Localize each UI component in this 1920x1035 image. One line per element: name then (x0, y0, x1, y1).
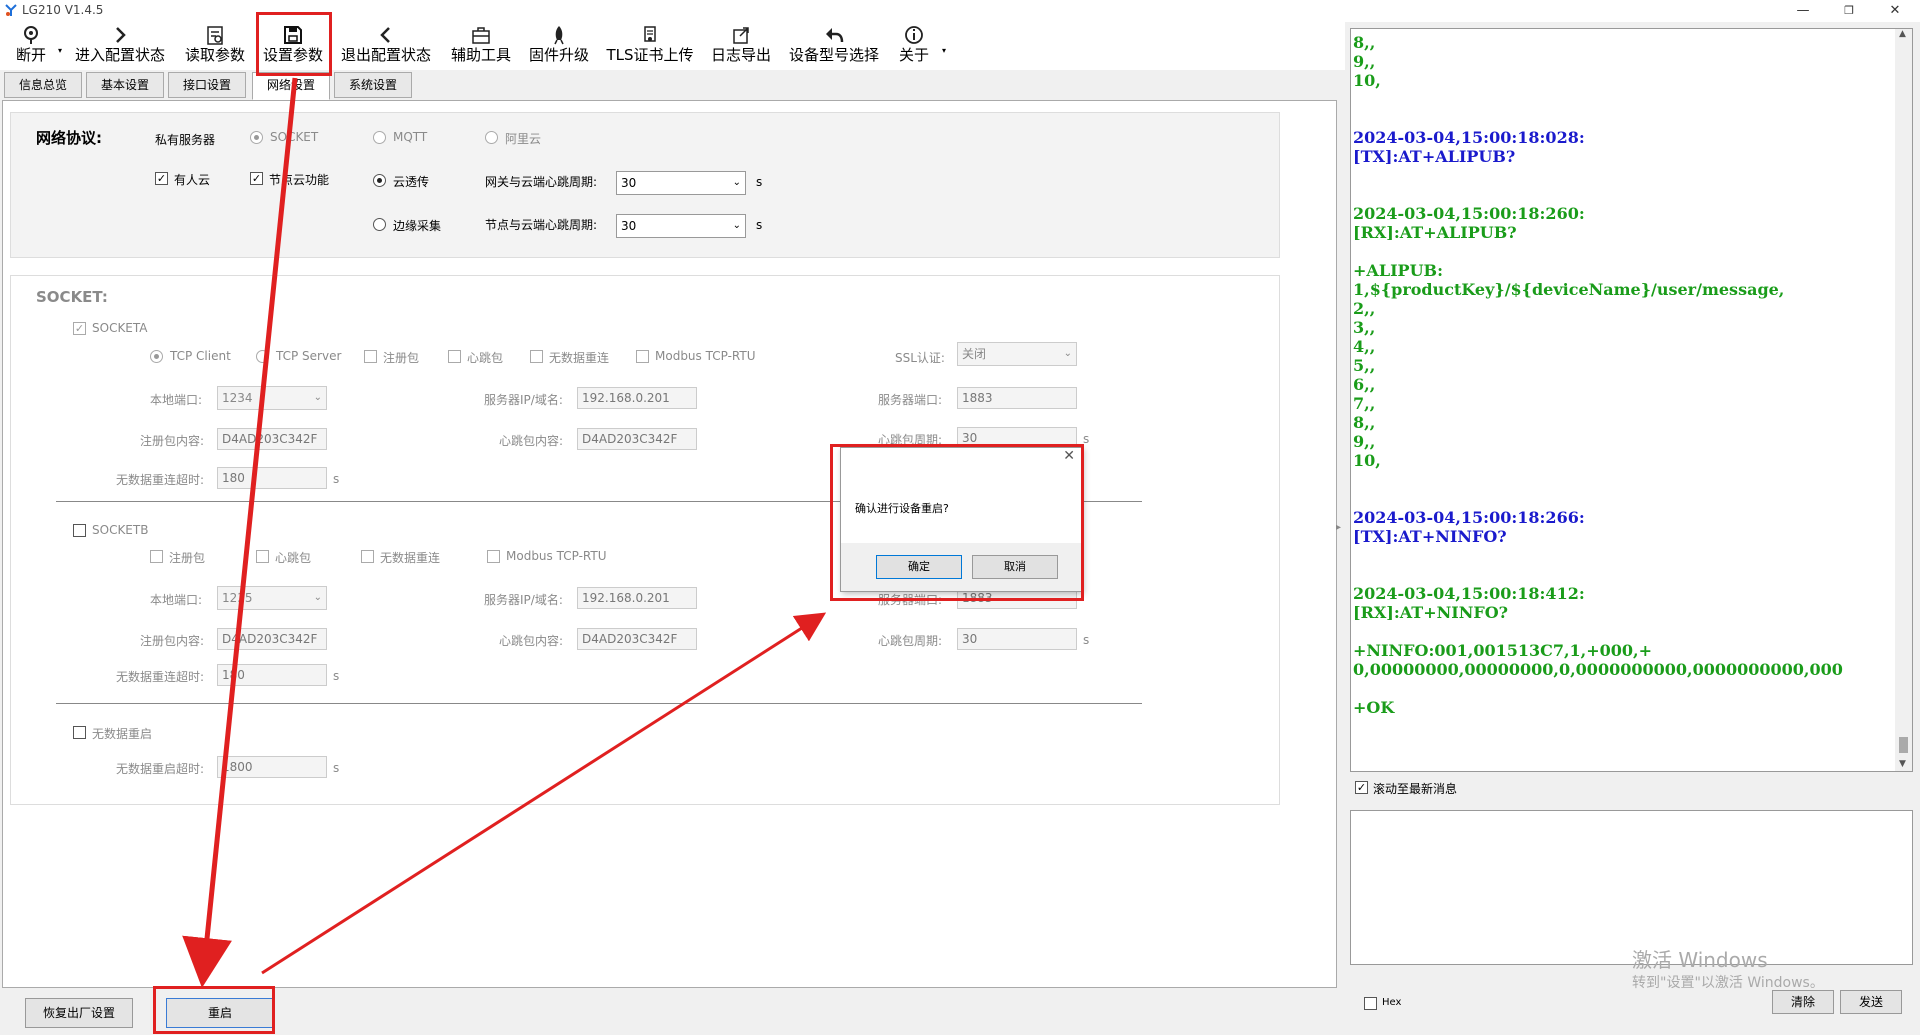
arrow-set-params-to-restart (182, 77, 298, 988)
arrow-restart-to-dialog (261, 612, 827, 975)
annotation-arrows (182, 77, 827, 988)
